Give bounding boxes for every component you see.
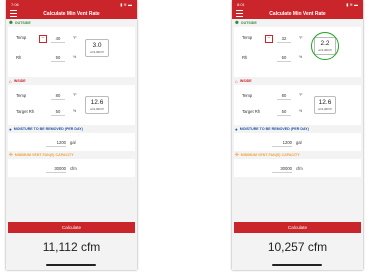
barn-icon: ⌂	[9, 78, 12, 84]
moisture-unit: gal	[296, 140, 302, 145]
inside-result-value: 12.6	[90, 99, 104, 106]
outside-temp-label: Temp	[242, 35, 253, 40]
inside-result-unit: oz/1,000 ft³	[318, 107, 332, 111]
fan-capacity-input[interactable]: 30000	[272, 165, 292, 173]
outside-rh-unit: %	[299, 55, 303, 59]
temp-minus-button[interactable]: −	[39, 35, 47, 43]
calculate-button[interactable]: Calculate	[8, 222, 135, 233]
outside-result-value: 3.0	[92, 42, 102, 49]
inside-rh-input[interactable]: 50	[277, 108, 291, 116]
outside-rh-input[interactable]: 50	[277, 54, 291, 62]
outside-rh-unit: %	[73, 55, 77, 59]
status-bar: 8:01 ▮ ≋ ▬	[232, 0, 363, 8]
moisture-input[interactable]: 1200	[46, 139, 66, 147]
outside-rh-input[interactable]: 50	[51, 54, 65, 62]
status-icons: ▮ ≋ ▬	[120, 1, 132, 7]
status-icons: ▮ ≋ ▬	[346, 1, 358, 7]
temp-minus-button[interactable]: −	[265, 35, 273, 43]
moisture-section-header: ● MOISTURE TO BE REMOVED (PER DAY)	[232, 125, 363, 133]
page-title: Calculate Min Vent Rate	[269, 10, 326, 17]
inside-temp-unit: °F	[73, 93, 77, 97]
outside-temp-unit: °F	[73, 36, 77, 40]
inside-section-header: ⌂ INSIDE	[232, 77, 363, 85]
inside-header-label: INSIDE	[239, 79, 252, 83]
outside-header-label: OUTSIDE	[14, 21, 31, 25]
inside-temp-label: Temp	[242, 93, 253, 98]
nav-bar: Calculate Min Vent Rate	[6, 8, 137, 19]
inside-moisture-result: 12.6 oz/1,000 ft³	[85, 96, 109, 114]
outside-temp-input[interactable]: 40	[51, 35, 65, 43]
inside-temp-input[interactable]: 80	[277, 92, 291, 100]
moisture-unit: gal	[70, 140, 76, 145]
home-indicator[interactable]	[46, 264, 96, 266]
sun-icon: ✺	[235, 20, 239, 25]
menu-icon[interactable]	[236, 10, 243, 17]
inside-temp-unit: °F	[299, 93, 303, 97]
fan-capacity-input[interactable]: 30000	[46, 165, 66, 173]
inside-card: Temp 80 °F Target Rh 50 % 12.6 oz/1,000 …	[234, 85, 361, 125]
fan-header-label: MINIMUM VENT FAN(S) CAPACITY	[240, 153, 300, 157]
outside-header-label: OUTSIDE	[240, 21, 257, 25]
sun-icon: ✺	[9, 20, 13, 25]
vent-rate-result: 11,112 cfm	[42, 240, 101, 254]
droplet-icon: ●	[9, 126, 12, 132]
fan-section-header: ✣ MINIMUM VENT FAN(S) CAPACITY	[232, 151, 363, 159]
outside-result-unit: oz/1,000 ft³	[90, 50, 104, 54]
inside-rh-label: Target Rh	[16, 109, 35, 114]
droplet-icon: ●	[235, 126, 238, 132]
outside-moisture-result: 3.0 oz/1,000 ft³	[85, 39, 109, 57]
status-time: 8:01	[237, 1, 245, 7]
moisture-section-header: ● MOISTURE TO BE REMOVED (PER DAY)	[6, 125, 137, 133]
outside-temp-input[interactable]: 32	[277, 35, 291, 43]
calculate-button[interactable]: Calculate	[234, 222, 361, 233]
fan-card: 30000 cfm	[8, 159, 135, 177]
moisture-header-label: MOISTURE TO BE REMOVED (PER DAY)	[239, 127, 309, 131]
nav-bar: Calculate Min Vent Rate	[232, 8, 363, 19]
inside-rh-unit: %	[299, 109, 303, 113]
inside-card: Temp 80 °F Target Rh 50 % 12.6 oz/1,000 …	[8, 85, 135, 125]
inside-header-label: INSIDE	[13, 79, 26, 83]
highlight-circle	[311, 32, 339, 60]
outside-card: Temp − 32 °F Rh 50 % 2.2 oz/1,000 ft³	[234, 27, 361, 77]
moisture-card: 1200 gal	[8, 133, 135, 151]
moisture-card: 1200 gal	[234, 133, 361, 151]
outside-temp-label: Temp	[16, 35, 27, 40]
inside-rh-input[interactable]: 50	[51, 108, 65, 116]
fan-capacity-unit: cfm	[70, 166, 77, 171]
outside-section-header: ✺ OUTSIDE	[6, 19, 137, 27]
home-indicator[interactable]	[272, 264, 322, 266]
inside-result-value: 12.6	[318, 99, 332, 106]
fan-icon: ✣	[235, 152, 239, 157]
phone-screen-left: 7:06 ▮ ≋ ▬ Calculate Min Vent Rate ✺ OUT…	[6, 0, 137, 270]
outside-rh-label: Rh	[242, 55, 248, 60]
inside-temp-input[interactable]: 80	[51, 92, 65, 100]
outside-card: Temp − 40 °F Rh 50 % 3.0 oz/1,000 ft³	[8, 27, 135, 77]
moisture-header-label: MOISTURE TO BE REMOVED (PER DAY)	[13, 127, 83, 131]
fan-capacity-unit: cfm	[296, 166, 303, 171]
fan-header-label: MINIMUM VENT FAN(S) CAPACITY	[14, 153, 74, 157]
inside-result-unit: oz/1,000 ft³	[90, 107, 104, 111]
inside-section-header: ⌂ INSIDE	[6, 77, 137, 85]
fan-card: 30000 cfm	[234, 159, 361, 177]
page-title: Calculate Min Vent Rate	[43, 10, 100, 17]
inside-temp-label: Temp	[16, 93, 27, 98]
barn-icon: ⌂	[235, 78, 238, 84]
outside-rh-label: Rh	[16, 55, 22, 60]
inside-rh-label: Target Rh	[242, 109, 261, 114]
moisture-input[interactable]: 1200	[272, 139, 292, 147]
fan-icon: ✣	[9, 152, 13, 157]
inside-rh-unit: %	[73, 109, 77, 113]
status-time: 7:06	[11, 1, 19, 7]
status-bar: 7:06 ▮ ≋ ▬	[6, 0, 137, 8]
outside-temp-unit: °F	[299, 36, 303, 40]
outside-section-header: ✺ OUTSIDE	[232, 19, 363, 27]
menu-icon[interactable]	[10, 10, 17, 17]
inside-moisture-result: 12.6 oz/1,000 ft³	[314, 96, 336, 114]
vent-rate-result: 10,257 cfm	[267, 240, 328, 254]
phone-screen-right: 8:01 ▮ ≋ ▬ Calculate Min Vent Rate ✺ OUT…	[232, 0, 363, 270]
fan-section-header: ✣ MINIMUM VENT FAN(S) CAPACITY	[6, 151, 137, 159]
